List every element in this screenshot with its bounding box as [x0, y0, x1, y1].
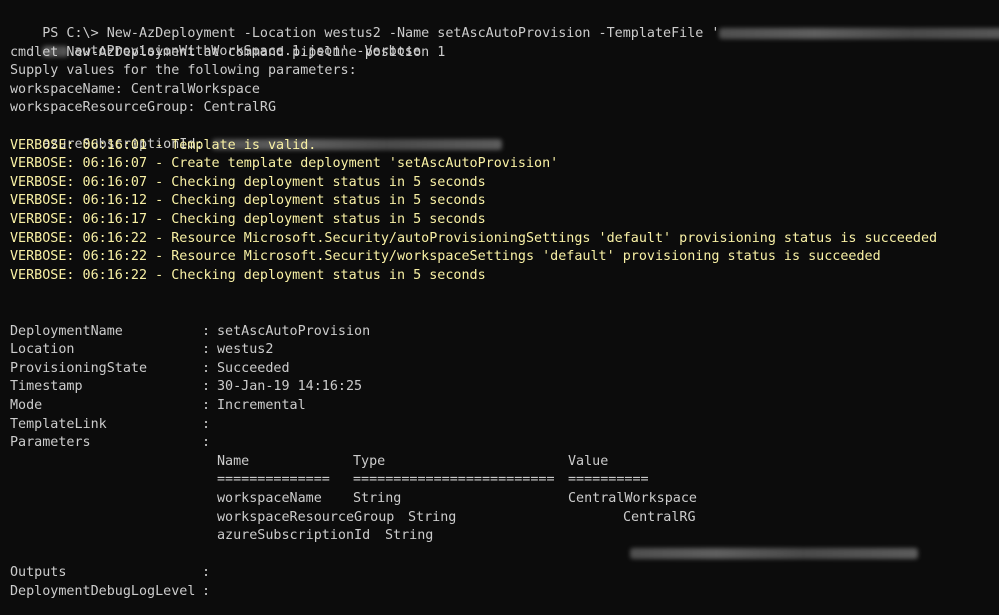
result-key: Location [10, 342, 75, 357]
result-sep: : [202, 398, 211, 413]
params-row-value: CentralRG [623, 510, 696, 525]
result-sep: : [202, 361, 211, 376]
verbose-line: VERBOSE: 06:16:12 - Checking deployment … [10, 193, 486, 208]
result-key: Timestamp [10, 379, 83, 394]
result-key: Outputs [10, 565, 67, 580]
params-row-type: String [385, 528, 434, 543]
verbose-line: VERBOSE: 06:16:07 - Create template depl… [10, 156, 559, 171]
result-sep: : [202, 584, 211, 599]
params-header-name: Name [217, 454, 250, 469]
verbose-line: VERBOSE: 06:16:22 - Resource Microsoft.S… [10, 231, 938, 246]
result-sep: : [202, 565, 211, 580]
params-row-value-redacted [598, 527, 919, 559]
params-row-type: String [408, 510, 457, 525]
result-value: westus2 [217, 342, 274, 357]
powershell-terminal[interactable]: PS C:\> New-AzDeployment -Location westu… [0, 0, 999, 615]
params-row-value: CentralWorkspace [568, 491, 697, 506]
redacted-subscription-value [630, 547, 919, 559]
params-header-value: Value [568, 454, 609, 469]
verbose-line: VERBOSE: 06:16:01 - Template is valid. [10, 138, 317, 153]
result-value: setAscAutoProvision [217, 324, 371, 339]
params-underline-name: ============== [217, 472, 330, 487]
result-sep: : [202, 435, 211, 450]
result-key: Mode [10, 398, 43, 413]
command-line-1: PS C:\> New-AzDeployment -Location westu… [10, 7, 999, 41]
param-subscription-id: azureSubscriptionId: [10, 118, 502, 152]
redacted-path [719, 27, 999, 39]
result-key: Parameters [10, 435, 91, 450]
verbose-line: VERBOSE: 06:16:07 - Checking deployment … [10, 175, 486, 190]
result-key: ProvisioningState [10, 361, 148, 376]
verbose-line: VERBOSE: 06:16:17 - Checking deployment … [10, 212, 486, 227]
verbose-line: VERBOSE: 06:16:22 - Checking deployment … [10, 268, 486, 283]
result-value: Succeeded [217, 361, 290, 376]
result-key: DeploymentDebugLogLevel [10, 584, 196, 599]
params-header-type: Type [353, 454, 386, 469]
params-underline-type: ========================= [353, 472, 555, 487]
result-sep: : [202, 342, 211, 357]
params-row-type: String [353, 491, 402, 506]
supply-message: Supply values for the following paramete… [10, 63, 357, 78]
params-row-name: workspaceName [217, 491, 322, 506]
result-value: Incremental [217, 398, 306, 413]
param-workspace-rg: workspaceResourceGroup: CentralRG [10, 100, 277, 115]
verbose-line: VERBOSE: 06:16:22 - Resource Microsoft.S… [10, 249, 881, 264]
params-underline-value: ========== [568, 472, 649, 487]
result-sep: : [202, 324, 211, 339]
params-row-name: azureSubscriptionId [217, 528, 371, 543]
result-sep: : [202, 417, 211, 432]
result-key: DeploymentName [10, 324, 123, 339]
result-value: 30-Jan-19 14:16:25 [217, 379, 363, 394]
result-key: TemplateLink [10, 417, 107, 432]
param-workspace-name: workspaceName: CentralWorkspace [10, 82, 260, 97]
cmdlet-message: cmdlet New-AzDeployment at command pipel… [10, 45, 446, 60]
result-sep: : [202, 379, 211, 394]
params-row-name: workspaceResourceGroup [217, 510, 395, 525]
command-line-2: autoProvisionWithWorkSpace.1.json' -Verb… [10, 25, 421, 59]
